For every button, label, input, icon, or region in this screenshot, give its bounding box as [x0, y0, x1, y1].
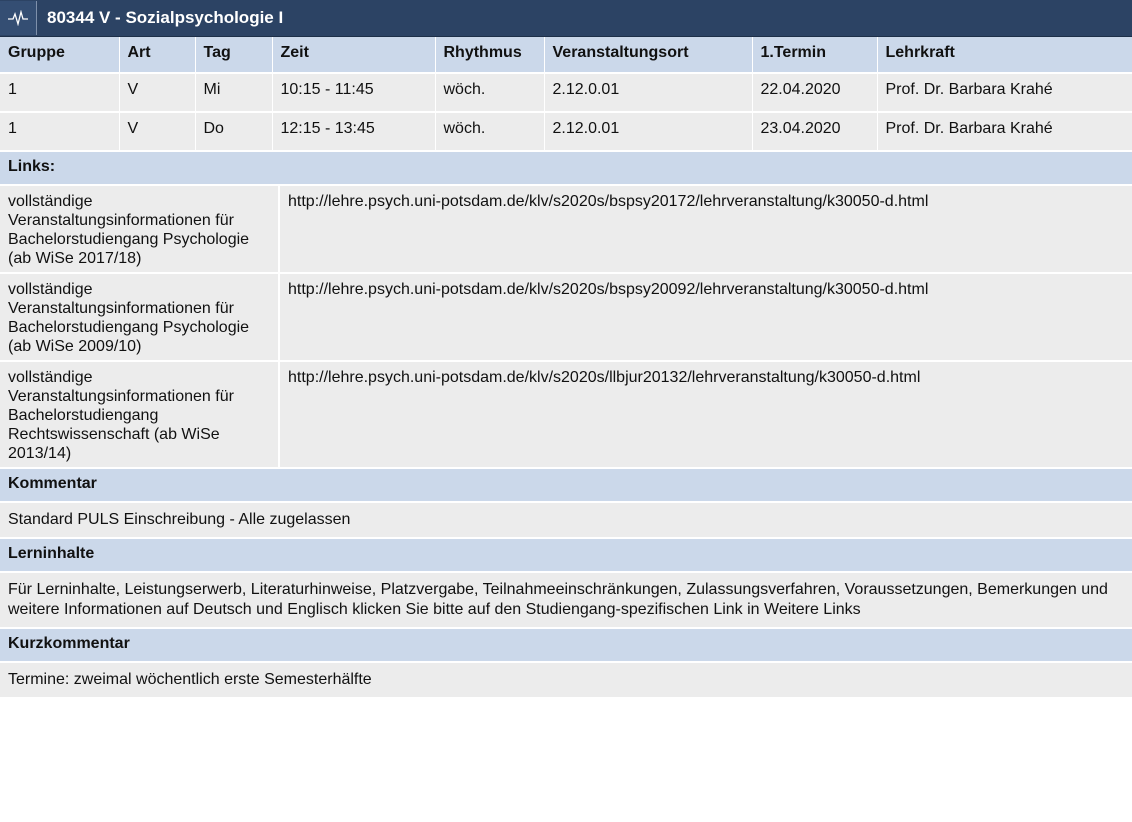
course-info-link[interactable]: http://lehre.psych.uni-potsdam.de/klv/s2… — [288, 281, 928, 298]
cell-lehrkraft: Prof. Dr. Barbara Krahé — [877, 72, 1132, 112]
cell-termin: 23.04.2020 — [752, 111, 878, 150]
cell-tag: Mi — [195, 72, 273, 112]
link-description: vollständige Veranstaltungsinformationen… — [0, 184, 280, 273]
table-row: 1 V Mi 10:15 - 11:45 wöch. 2.12.0.01 22.… — [0, 72, 1132, 112]
cell-ort: 2.12.0.01 — [544, 111, 753, 150]
col-rhythmus: Rhythmus — [435, 37, 545, 73]
col-gruppe: Gruppe — [0, 37, 120, 73]
cell-rhythmus: wöch. — [435, 72, 545, 112]
kommentar-text: Standard PULS Einschreibung - Alle zugel… — [0, 501, 1132, 537]
link-description: vollständige Veranstaltungsinformationen… — [0, 272, 280, 361]
cell-art: V — [119, 111, 196, 150]
link-url-cell: http://lehre.psych.uni-potsdam.de/klv/s2… — [279, 360, 1132, 467]
link-url-cell: http://lehre.psych.uni-potsdam.de/klv/s2… — [279, 272, 1132, 361]
col-tag: Tag — [195, 37, 273, 73]
kommentar-heading: Kommentar — [0, 467, 1132, 501]
cell-rhythmus: wöch. — [435, 111, 545, 150]
cell-ort: 2.12.0.01 — [544, 72, 753, 112]
col-lehrkraft: Lehrkraft — [877, 37, 1132, 73]
course-header: 80344 V - Sozialpsychologie I — [0, 0, 1132, 37]
col-veranstaltungsort: Veranstaltungsort — [544, 37, 753, 73]
cell-lehrkraft: Prof. Dr. Barbara Krahé — [877, 111, 1132, 150]
course-title: 80344 V - Sozialpsychologie I — [47, 8, 284, 27]
schedule-header-row: Gruppe Art Tag Zeit Rhythmus Veranstaltu… — [0, 37, 1132, 73]
kurzkommentar-text: Termine: zweimal wöchentlich erste Semes… — [0, 661, 1132, 697]
cell-gruppe: 1 — [0, 72, 120, 112]
link-row: vollständige Veranstaltungsinformationen… — [0, 272, 1132, 361]
kurzkommentar-heading: Kurzkommentar — [0, 627, 1132, 661]
pulse-icon — [0, 1, 37, 35]
lerninhalte-text: Für Lerninhalte, Leistungserwerb, Litera… — [0, 571, 1132, 627]
table-row: 1 V Do 12:15 - 13:45 wöch. 2.12.0.01 23.… — [0, 111, 1132, 150]
course-info-link[interactable]: http://lehre.psych.uni-potsdam.de/klv/s2… — [288, 369, 920, 386]
link-url-cell: http://lehre.psych.uni-potsdam.de/klv/s2… — [279, 184, 1132, 273]
lerninhalte-heading: Lerninhalte — [0, 537, 1132, 571]
cell-zeit: 12:15 - 13:45 — [272, 111, 436, 150]
cell-art: V — [119, 72, 196, 112]
links-heading: Links: — [0, 150, 1132, 184]
schedule-table: Gruppe Art Tag Zeit Rhythmus Veranstaltu… — [0, 37, 1132, 150]
cell-gruppe: 1 — [0, 111, 120, 150]
col-art: Art — [119, 37, 196, 73]
cell-tag: Do — [195, 111, 273, 150]
link-row: vollständige Veranstaltungsinformationen… — [0, 184, 1132, 273]
col-termin: 1.Termin — [752, 37, 878, 73]
course-info-link[interactable]: http://lehre.psych.uni-potsdam.de/klv/s2… — [288, 193, 928, 210]
link-description: vollständige Veranstaltungsinformationen… — [0, 360, 280, 467]
cell-termin: 22.04.2020 — [752, 72, 878, 112]
links-table: vollständige Veranstaltungsinformationen… — [0, 184, 1132, 467]
col-zeit: Zeit — [272, 37, 436, 73]
cell-zeit: 10:15 - 11:45 — [272, 72, 436, 112]
link-row: vollständige Veranstaltungsinformationen… — [0, 360, 1132, 467]
